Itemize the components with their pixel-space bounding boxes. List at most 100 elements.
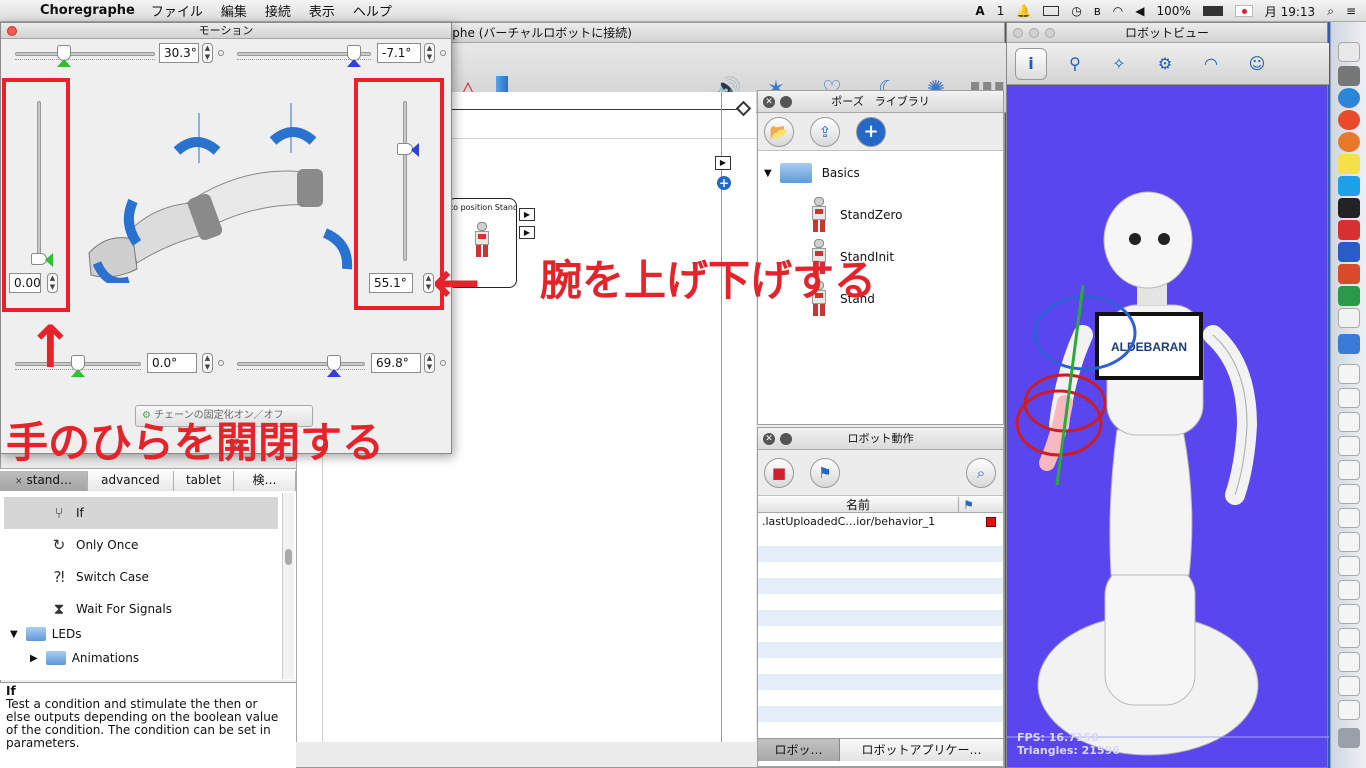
minimized-window-12[interactable] <box>1338 628 1360 648</box>
add-output-button[interactable]: + <box>717 176 731 190</box>
powerpoint-icon[interactable] <box>1338 264 1360 284</box>
close-panel-icon[interactable]: ✕ <box>763 433 775 445</box>
minimized-window-15[interactable] <box>1338 700 1360 720</box>
search-icon[interactable]: ⌕ <box>966 458 996 488</box>
display-icon[interactable] <box>1043 6 1060 16</box>
close-panel-icon[interactable]: ✕ <box>763 96 775 108</box>
minimize-window-button[interactable] <box>1029 28 1039 38</box>
notification-bell-icon[interactable]: 🔔 <box>1016 4 1031 18</box>
actions-table-row[interactable]: .lastUploadedC…ior/behavior_1 <box>758 514 1003 530</box>
minimized-window-11[interactable] <box>1338 604 1360 624</box>
launchpad-icon[interactable] <box>1338 66 1360 86</box>
minimized-window-10[interactable] <box>1338 580 1360 600</box>
finder-icon[interactable] <box>1338 42 1360 62</box>
app-menu[interactable]: Choregraphe <box>40 3 135 18</box>
library-folder-animations[interactable]: ▶ Animations <box>30 645 139 671</box>
firefox-icon[interactable] <box>1338 132 1360 152</box>
stand-box-output-success[interactable]: ▶ <box>519 208 535 221</box>
pose-standzero[interactable]: StandZero <box>808 195 903 235</box>
tab-robot[interactable]: ロボッ… <box>758 739 840 761</box>
float-panel-icon[interactable] <box>780 433 792 445</box>
tab-search[interactable]: 検… <box>234 471 296 491</box>
battery-icon[interactable] <box>1202 6 1223 16</box>
minimized-window-13[interactable] <box>1338 652 1360 672</box>
column-name-label[interactable]: 名前 <box>846 497 870 513</box>
library-item-if[interactable]: ⑂ If <box>48 497 83 529</box>
menu-help[interactable]: ヘルプ <box>353 1 392 20</box>
excel-icon[interactable] <box>1338 286 1360 306</box>
minimized-window-6[interactable] <box>1338 484 1360 504</box>
import-pose-icon[interactable]: ⇪ <box>810 117 840 147</box>
minimized-window-4[interactable] <box>1338 436 1360 456</box>
shoulder-pitch-slider[interactable] <box>237 45 371 67</box>
close-window-button[interactable] <box>1013 28 1023 38</box>
motion-view-icon[interactable]: ✧ <box>1105 50 1133 78</box>
shoulder-pitch-value[interactable]: -7.1° <box>377 43 421 63</box>
elbow-yaw-stepper[interactable]: ▲ ▼ <box>202 353 213 373</box>
stickies-icon[interactable] <box>1338 154 1360 174</box>
face-icon[interactable]: ☺ <box>1243 50 1271 78</box>
time-machine-icon[interactable]: ◷ <box>1071 4 1081 18</box>
upload-icon[interactable]: ⚑ <box>810 458 840 488</box>
library-scrollbar[interactable] <box>282 493 294 679</box>
robot-3d-viewport[interactable]: ALDEBARAN <box>1007 85 1329 768</box>
tab-advanced[interactable]: advanced <box>88 471 174 491</box>
clock[interactable]: 月 19:13 <box>1265 3 1315 20</box>
minimized-window-2[interactable] <box>1338 388 1360 408</box>
safari-icon[interactable] <box>1338 88 1360 108</box>
adobe-icon[interactable]: A <box>975 4 984 18</box>
link-toggle-icon[interactable] <box>218 50 224 56</box>
close-window-button[interactable] <box>7 26 17 36</box>
zoom-window-button[interactable] <box>1045 28 1055 38</box>
flag-icon[interactable] <box>1234 5 1253 17</box>
minimized-window-3[interactable] <box>1338 412 1360 432</box>
volume-icon[interactable]: ◀ <box>1135 4 1144 18</box>
minimized-window-8[interactable] <box>1338 532 1360 552</box>
acrobat-icon[interactable] <box>1338 220 1360 240</box>
library-item-switch-case[interactable]: ⁈ Switch Case <box>48 561 149 593</box>
elbow-yaw-value[interactable]: 0.0° <box>147 353 197 373</box>
library-item-only-once[interactable]: ↻ Only Once <box>48 529 139 561</box>
gauge-icon[interactable]: ◠ <box>1197 50 1225 78</box>
link-toggle-icon[interactable] <box>218 360 224 366</box>
bluetooth-icon[interactable]: ʙ <box>1094 4 1101 18</box>
elbow-roll-value[interactable]: 69.8° <box>371 353 421 373</box>
stand-box-output-failure[interactable]: ▶ <box>519 226 535 239</box>
add-pose-icon[interactable]: + <box>856 117 886 147</box>
link-toggle-icon[interactable] <box>440 50 446 56</box>
tab-standard[interactable]: ✕ stand… <box>0 471 88 491</box>
behavior-output-port[interactable]: ▶ <box>715 156 731 170</box>
minimized-window-9[interactable] <box>1338 556 1360 576</box>
menu-edit[interactable]: 編集 <box>221 1 247 20</box>
wifi-icon[interactable]: ◠ <box>1113 4 1123 18</box>
shoulder-pitch-stepper[interactable]: ▲ ▼ <box>424 43 435 63</box>
float-panel-icon[interactable] <box>780 96 792 108</box>
folder-basics[interactable]: ▼ Basics <box>764 163 860 183</box>
elbow-roll-slider[interactable] <box>237 355 365 377</box>
tab-robot-applications[interactable]: ロボットアプリケー… <box>840 739 1003 761</box>
menu-file[interactable]: ファイル <box>151 1 203 20</box>
word-icon[interactable] <box>1338 242 1360 262</box>
shoulder-roll-slider[interactable] <box>15 45 155 67</box>
stop-all-icon[interactable]: ■ <box>764 458 794 488</box>
link-toggle-icon[interactable] <box>440 360 446 366</box>
collapse-triangle-icon[interactable]: ▼ <box>764 168 772 179</box>
info-icon[interactable]: i <box>1015 48 1047 80</box>
collapse-triangle-icon[interactable]: ▼ <box>10 629 18 640</box>
settings-gear-icon[interactable]: ⚙ <box>1151 50 1179 78</box>
minimized-window-5[interactable] <box>1338 460 1360 480</box>
minimized-window-7[interactable] <box>1338 508 1360 528</box>
textedit-icon[interactable] <box>1338 308 1360 328</box>
column-flag-icon[interactable]: ⚑ <box>958 497 978 513</box>
menu-connect[interactable]: 接続 <box>265 1 291 20</box>
close-tab-icon[interactable]: ✕ <box>15 477 23 487</box>
notification-center-icon[interactable]: ≡ <box>1346 4 1356 18</box>
elbow-roll-stepper[interactable]: ▲ ▼ <box>424 353 435 373</box>
minimized-window-1[interactable] <box>1338 364 1360 384</box>
trash-icon[interactable] <box>1338 728 1360 748</box>
shoulder-roll-stepper[interactable]: ▲ ▼ <box>202 43 213 63</box>
skype-icon[interactable] <box>1338 176 1360 196</box>
joint-view-icon[interactable]: ⚲ <box>1061 50 1089 78</box>
chrome-icon[interactable] <box>1338 110 1360 130</box>
timeline-end-marker[interactable] <box>735 100 752 117</box>
